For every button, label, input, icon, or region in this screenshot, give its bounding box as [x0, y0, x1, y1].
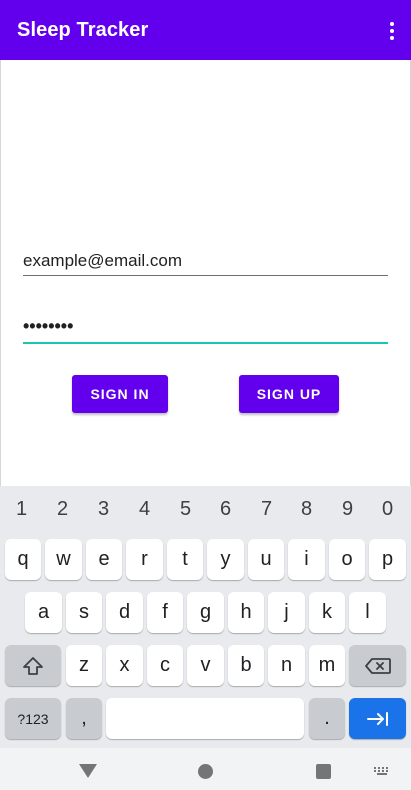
app-bar: Sleep Tracker — [0, 0, 411, 60]
key-letter[interactable]: y — [207, 539, 244, 580]
key-number[interactable]: 7 — [246, 498, 287, 521]
next-key[interactable] — [349, 698, 406, 739]
key-letter[interactable]: c — [147, 645, 183, 686]
shift-key[interactable] — [5, 645, 61, 686]
key-number[interactable]: 4 — [124, 498, 165, 521]
key-letter[interactable]: n — [268, 645, 305, 686]
soft-keyboard: 1 2 3 4 5 6 7 8 9 0 q w e r t y u i o p … — [0, 486, 411, 748]
key-letter[interactable]: p — [369, 539, 406, 580]
key-letter[interactable]: j — [268, 592, 305, 633]
key-letter[interactable]: m — [309, 645, 345, 686]
key-letter[interactable]: s — [66, 592, 102, 633]
password-field[interactable]: •••••••• — [23, 312, 388, 346]
key-number[interactable]: 1 — [1, 498, 42, 521]
key-number[interactable]: 5 — [165, 498, 206, 521]
key-letter[interactable]: x — [106, 645, 143, 686]
key-letter[interactable]: w — [45, 539, 82, 580]
system-nav-bar — [0, 748, 411, 790]
recents-square-icon[interactable] — [316, 764, 331, 779]
backspace-icon — [364, 657, 391, 674]
email-field[interactable]: example@email.com — [23, 245, 388, 277]
key-number[interactable]: 6 — [205, 498, 246, 521]
key-letter[interactable]: g — [187, 592, 224, 633]
key-letter[interactable]: f — [147, 592, 183, 633]
sign-in-button[interactable]: SIGN IN — [72, 375, 168, 413]
symbols-key[interactable]: ?123 — [5, 698, 61, 739]
key-letter[interactable]: d — [106, 592, 143, 633]
key-number[interactable]: 9 — [327, 498, 368, 521]
key-letter[interactable]: l — [349, 592, 386, 633]
number-row: 1 2 3 4 5 6 7 8 9 0 — [0, 486, 411, 534]
email-underline — [23, 275, 388, 276]
overflow-menu-icon[interactable] — [387, 22, 397, 40]
key-letter[interactable]: u — [248, 539, 284, 580]
password-underline-focused — [23, 342, 388, 344]
keyboard-switch-icon[interactable] — [373, 766, 391, 776]
key-number[interactable]: 0 — [367, 498, 408, 521]
key-letter[interactable]: v — [187, 645, 224, 686]
backspace-key[interactable] — [349, 645, 406, 686]
key-letter[interactable]: t — [167, 539, 203, 580]
back-triangle-icon[interactable] — [79, 764, 97, 778]
email-value: example@email.com — [23, 251, 182, 270]
key-letter[interactable]: i — [288, 539, 325, 580]
sign-up-button[interactable]: SIGN UP — [239, 375, 339, 413]
tab-next-icon — [366, 711, 388, 726]
key-letter[interactable]: b — [228, 645, 264, 686]
comma-key[interactable]: , — [66, 698, 102, 739]
home-circle-icon[interactable] — [198, 764, 213, 779]
key-letter[interactable]: r — [126, 539, 163, 580]
key-letter[interactable]: z — [66, 645, 102, 686]
key-letter[interactable]: a — [25, 592, 62, 633]
app-title: Sleep Tracker — [17, 19, 149, 41]
key-number[interactable]: 2 — [42, 498, 83, 521]
key-letter[interactable]: k — [309, 592, 345, 633]
key-letter[interactable]: e — [86, 539, 122, 580]
space-bar[interactable] — [106, 698, 304, 739]
key-number[interactable]: 3 — [83, 498, 124, 521]
key-letter[interactable]: o — [329, 539, 365, 580]
period-key[interactable]: . — [309, 698, 345, 739]
shift-icon — [23, 656, 43, 675]
key-letter[interactable]: h — [228, 592, 264, 633]
key-letter[interactable]: q — [5, 539, 41, 580]
key-number[interactable]: 8 — [286, 498, 327, 521]
left-edge — [0, 60, 1, 490]
password-value: •••••••• — [23, 316, 74, 336]
